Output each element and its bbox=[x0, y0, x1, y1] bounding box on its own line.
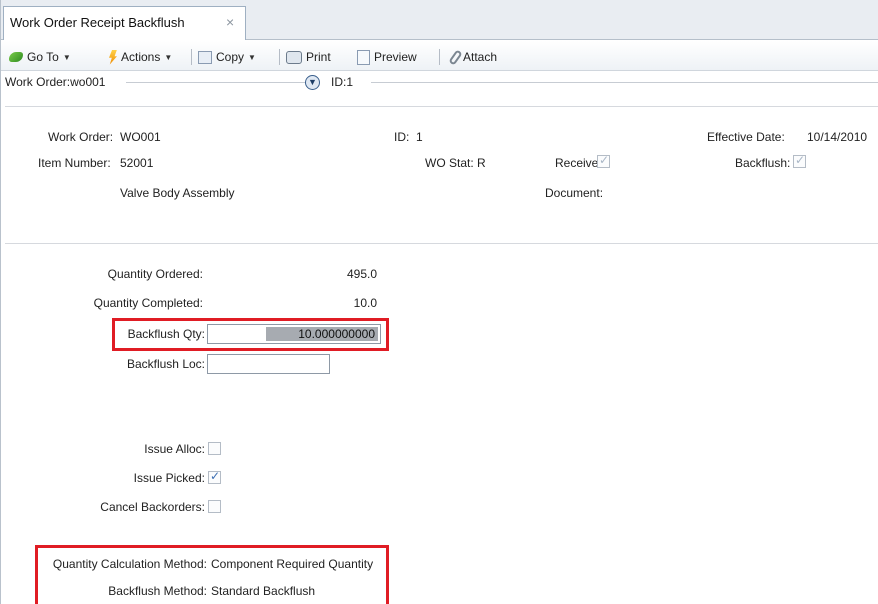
attach-label: Attach bbox=[463, 50, 498, 64]
cancel-backorders-checkbox[interactable] bbox=[208, 500, 221, 513]
actions-button[interactable]: Actions ▼ bbox=[109, 48, 172, 66]
divider bbox=[126, 82, 306, 83]
quantity-completed-value: 10.0 bbox=[353, 296, 377, 310]
record-work-order: Work Order:wo001 bbox=[5, 75, 106, 89]
tab-work-order-receipt-backflush[interactable]: Work Order Receipt Backflush × bbox=[3, 6, 246, 40]
item-number-label: Item Number: bbox=[38, 156, 111, 170]
cancel-backorders-label: Cancel Backorders: bbox=[100, 500, 205, 514]
chevron-down-icon[interactable]: ▼ bbox=[248, 53, 256, 62]
work-order-value: WO001 bbox=[120, 130, 161, 144]
actions-label: Actions bbox=[121, 50, 161, 64]
backflush-loc-input[interactable] bbox=[207, 354, 330, 374]
divider bbox=[5, 106, 878, 107]
check-icon: ✓ bbox=[210, 469, 221, 483]
receive-label: Receive: bbox=[555, 156, 602, 170]
item-description: Valve Body Assembly bbox=[120, 186, 235, 200]
quantity-completed-label: Quantity Completed: bbox=[93, 296, 203, 310]
copy-icon bbox=[198, 50, 212, 64]
printer-icon bbox=[286, 50, 302, 64]
issue-picked-checkbox[interactable]: ✓ bbox=[208, 469, 221, 484]
print-button[interactable]: Print bbox=[286, 48, 331, 66]
wo-stat-value: R bbox=[477, 156, 486, 170]
expand-chevron-icon[interactable]: ▼ bbox=[305, 75, 320, 90]
backflush-loc-label: Backflush Loc: bbox=[126, 357, 205, 371]
effective-date-value: 10/14/2010 bbox=[807, 130, 868, 144]
backflush-checkbox[interactable]: ✓ bbox=[793, 153, 806, 168]
window-frame: Work Order Receipt Backflush × Go To ▼ A… bbox=[0, 0, 878, 604]
record-id: ID:1 bbox=[331, 75, 354, 89]
paperclip-icon bbox=[448, 48, 463, 66]
chevron-down-icon[interactable]: ▼ bbox=[164, 53, 172, 62]
toolbar-separator bbox=[439, 49, 440, 65]
check-icon: ✓ bbox=[795, 153, 806, 167]
divider bbox=[5, 243, 878, 244]
goto-label: Go To bbox=[27, 50, 59, 64]
divider bbox=[371, 82, 878, 83]
goto-button[interactable]: Go To ▼ bbox=[9, 48, 71, 66]
preview-button[interactable]: Preview bbox=[357, 48, 417, 66]
highlight-backflush-qty bbox=[112, 318, 389, 351]
lightning-icon bbox=[109, 49, 117, 65]
quantity-ordered-label: Quantity Ordered: bbox=[107, 267, 203, 281]
quantity-ordered-value: 495.0 bbox=[346, 267, 377, 281]
issue-alloc-label: Issue Alloc: bbox=[144, 442, 205, 456]
record-bar: Work Order:wo001 ▼ ID:1 bbox=[1, 72, 878, 94]
document-label: Document: bbox=[545, 186, 604, 200]
toolbar: Go To ▼ Actions ▼ Copy ▼ Print Preview A… bbox=[1, 41, 878, 71]
tab-title: Work Order Receipt Backflush bbox=[10, 15, 185, 30]
work-order-label: Work Order: bbox=[48, 130, 114, 144]
close-icon[interactable]: × bbox=[226, 14, 234, 30]
id-label: ID: bbox=[394, 130, 410, 144]
goto-icon bbox=[9, 52, 23, 62]
toolbar-separator bbox=[191, 49, 192, 65]
id-value: 1 bbox=[416, 130, 423, 144]
attach-button[interactable]: Attach bbox=[448, 48, 498, 66]
effective-date-label: Effective Date: bbox=[707, 130, 785, 144]
highlight-methods bbox=[35, 545, 389, 604]
check-icon: ✓ bbox=[599, 153, 610, 167]
copy-label: Copy bbox=[216, 50, 245, 64]
issue-picked-label: Issue Picked: bbox=[133, 471, 205, 485]
print-label: Print bbox=[306, 50, 331, 64]
chevron-down-icon[interactable]: ▼ bbox=[63, 53, 71, 62]
preview-label: Preview bbox=[374, 50, 417, 64]
issue-alloc-checkbox[interactable] bbox=[208, 442, 221, 455]
tab-strip: Work Order Receipt Backflush × bbox=[1, 0, 878, 40]
toolbar-separator bbox=[279, 49, 280, 65]
backflush-label: Backflush: bbox=[735, 156, 791, 170]
preview-icon bbox=[357, 49, 370, 65]
copy-button[interactable]: Copy ▼ bbox=[198, 48, 256, 66]
wo-stat-label: WO Stat: bbox=[425, 156, 474, 170]
item-number-value: 52001 bbox=[120, 156, 154, 170]
receive-checkbox[interactable]: ✓ bbox=[597, 153, 610, 168]
